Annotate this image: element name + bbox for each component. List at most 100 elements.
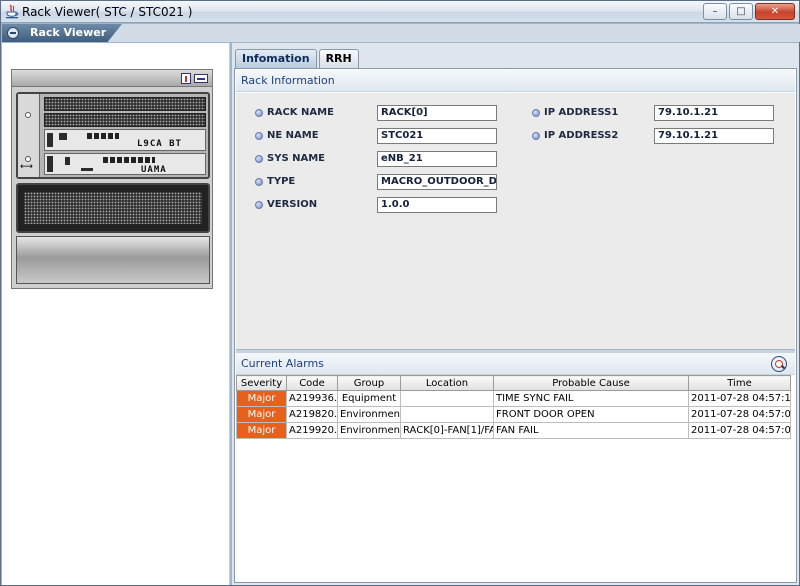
arrow-icon: ⟷ [20, 162, 33, 172]
field-value-ip-address1[interactable]: 79.10.1.21 [654, 105, 774, 121]
alarm-group: Environment [337, 422, 401, 439]
tab-content: Rack Information RACK NAME RACK[0] NE NA… [234, 68, 797, 583]
field-label-ne-name: NE NAME [267, 130, 319, 141]
alarm-cause: FAN FAIL [493, 422, 689, 439]
rack-information-title: Rack Information [241, 74, 335, 87]
java-icon [6, 4, 19, 19]
card-uama[interactable]: UAMA [44, 153, 206, 175]
bullet-icon [255, 109, 263, 117]
panel-view-icon[interactable] [181, 73, 191, 84]
bullet-icon [255, 201, 263, 209]
field-value-ip-address2[interactable]: 79.10.1.21 [654, 128, 774, 144]
column-header-time[interactable]: Time [688, 375, 791, 391]
alarm-code: A219936... [286, 390, 338, 407]
card-port [59, 133, 67, 140]
window-title: Rack Viewer( STC / STC021 ) [22, 5, 193, 19]
field-value-version[interactable]: 1.0.0 [377, 197, 497, 213]
rack-information-header: Rack Information [236, 70, 795, 92]
vent-grille [44, 97, 206, 111]
alarm-table: Severity Code Group Location Probable Ca… [236, 375, 791, 439]
rack-information-section: RACK NAME RACK[0] NE NAME STC021 SYS NAM… [236, 93, 795, 349]
bullet-icon [532, 132, 540, 140]
alarm-location [400, 390, 494, 407]
detail-panel: Infomation RRH Rack Information RACK NAM… [232, 43, 799, 585]
minimize-icon: – [712, 6, 718, 17]
severity-badge: Major [236, 422, 287, 439]
alarm-cause: TIME SYNC FAIL [493, 390, 689, 407]
alarm-search-icon[interactable] [771, 356, 787, 372]
alarm-time: 2011-07-28 04:57:05 [688, 406, 791, 423]
card-handle [47, 156, 53, 172]
close-icon: ✕ [770, 6, 780, 17]
collapse-icon[interactable] [7, 27, 19, 39]
alarm-time: 2011-07-28 04:57:10 [688, 390, 791, 407]
vent-grille [44, 113, 206, 127]
alarm-code: A219820... [286, 406, 338, 423]
fan-grille [23, 191, 203, 225]
card-l9ca[interactable]: L9CA BT [44, 129, 206, 151]
shelf-side-plate: ⟷ [18, 94, 40, 177]
module-title: Rack Viewer [30, 26, 107, 39]
severity-badge: Major [236, 406, 287, 423]
tab-information[interactable]: Infomation [235, 49, 317, 68]
field-label-version: VERSION [267, 199, 318, 210]
alarm-cause: FRONT DOOR OPEN [493, 406, 689, 423]
alarm-location: RACK[0]-FAN[1]/FA... [400, 422, 494, 439]
field-label-type: TYPE [267, 176, 296, 187]
module-tab[interactable]: Rack Viewer [2, 24, 122, 42]
rack-diagram[interactable]: ⟷ L9CA BT UAMA [11, 69, 213, 289]
field-value-sys-name[interactable]: eNB_21 [377, 151, 497, 167]
column-header-code[interactable]: Code [286, 375, 338, 391]
maximize-button[interactable]: □ [729, 3, 753, 20]
rack-toolbar [12, 70, 212, 87]
card-handle [47, 133, 53, 147]
bullet-icon [255, 178, 263, 186]
field-value-rack-name[interactable]: RACK[0] [377, 105, 497, 121]
field-label-ip-address2: IP ADDRESS2 [544, 130, 619, 141]
column-header-group[interactable]: Group [337, 375, 401, 391]
column-header-severity[interactable]: Severity [236, 375, 287, 391]
field-value-ne-name[interactable]: STC021 [377, 128, 497, 144]
screw-icon [25, 112, 31, 118]
column-header-probable-cause[interactable]: Probable Cause [493, 375, 689, 391]
maximize-icon: □ [736, 6, 746, 17]
field-label-rack-name: RACK NAME [267, 107, 334, 118]
card-port [81, 168, 93, 171]
title-bar[interactable]: Rack Viewer( STC / STC021 ) – □ ✕ [1, 1, 799, 23]
alarm-time: 2011-07-28 04:57:05 [688, 422, 791, 439]
minimize-button[interactable]: – [703, 3, 727, 20]
tab-bar: Infomation RRH [235, 49, 361, 68]
field-label-ip-address1: IP ADDRESS1 [544, 107, 619, 118]
rack-viewer-window: Rack Viewer( STC / STC021 ) – □ ✕ Rack V… [0, 0, 800, 586]
list-view-icon[interactable] [194, 74, 208, 83]
shelf-base [16, 236, 210, 284]
alarm-location [400, 406, 494, 423]
table-row[interactable]: Major A219920... Environment RACK[0]-FAN… [236, 422, 791, 439]
severity-badge: Major [236, 390, 287, 407]
card-label: L9CA BT [137, 139, 182, 149]
port-row [103, 157, 155, 163]
field-value-type[interactable]: MACRO_OUTDOOR_DIST [377, 174, 497, 190]
tab-rrh[interactable]: RRH [318, 49, 359, 68]
card-port [65, 157, 70, 165]
table-row[interactable]: Major A219820... Environment FRONT DOOR … [236, 406, 791, 423]
port-row [87, 133, 119, 139]
bullet-icon [255, 132, 263, 140]
field-label-sys-name: SYS NAME [267, 153, 326, 164]
bullet-icon [255, 155, 263, 163]
shelf-main[interactable]: ⟷ L9CA BT UAMA [16, 92, 210, 179]
card-label: UAMA [141, 165, 167, 175]
current-alarms-header: Current Alarms [236, 353, 795, 375]
shelf-fan[interactable] [16, 183, 210, 233]
current-alarms-title: Current Alarms [241, 357, 324, 370]
bullet-icon [532, 109, 540, 117]
module-header: Rack Viewer [2, 24, 800, 42]
close-button[interactable]: ✕ [755, 3, 795, 20]
rack-view-panel: ⟷ L9CA BT UAMA [2, 43, 230, 585]
alarm-code: A219920... [286, 422, 338, 439]
column-header-location[interactable]: Location [400, 375, 494, 391]
table-header-row: Severity Code Group Location Probable Ca… [236, 375, 791, 391]
table-row[interactable]: Major A219936... Equipment TIME SYNC FAI… [236, 390, 791, 407]
alarm-group: Environment [337, 406, 401, 423]
alarm-group: Equipment [337, 390, 401, 407]
